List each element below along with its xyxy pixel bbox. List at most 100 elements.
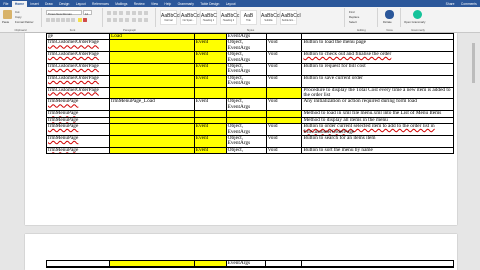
line-spacing-icon[interactable] — [132, 18, 136, 22]
table-cell[interactable] — [108, 86, 195, 100]
microphone-icon[interactable] — [385, 10, 394, 19]
table-cell[interactable]: Button to load the menu page — [301, 39, 454, 53]
find-button[interactable]: Find — [349, 10, 354, 14]
table-cell[interactable]: Event — [193, 51, 227, 65]
numbering-icon[interactable] — [113, 11, 117, 15]
table-cell[interactable]: Button to sort the menu by name — [301, 146, 454, 155]
table-cell[interactable]: Button to order current selected item to… — [301, 123, 454, 136]
increase-indent-icon[interactable] — [132, 11, 136, 15]
bullets-icon[interactable] — [107, 11, 111, 15]
justify-icon[interactable] — [125, 18, 129, 22]
table-cell[interactable]: Event — [193, 63, 227, 76]
table-cell[interactable] — [265, 266, 303, 269]
table-cell[interactable]: Object, EventArgs — [225, 74, 267, 88]
table-cell[interactable]: frmMenuPage — [46, 123, 110, 136]
font-size-select[interactable]: 12 — [83, 10, 92, 16]
replace-button[interactable]: Replace — [349, 15, 359, 19]
methods-table-continued[interactable]: EventArgs — [46, 259, 454, 269]
style-title[interactable]: AaB Title — [240, 10, 257, 25]
vertical-scrollbar[interactable] — [471, 33, 476, 270]
dictate-button[interactable]: Dictate — [383, 20, 392, 24]
style-subtitle[interactable]: AaBbCcI Subtitle — [260, 10, 281, 25]
table-cell[interactable]: Button to save current order — [301, 74, 454, 88]
subscript-icon[interactable] — [66, 18, 70, 22]
table-cell[interactable]: Void — [265, 98, 303, 112]
table-cell[interactable] — [225, 86, 267, 100]
table-cell[interactable]: Void — [265, 74, 303, 88]
table-cell[interactable] — [108, 51, 195, 65]
table-cell[interactable]: frmMenuPage — [46, 98, 110, 112]
table-cell[interactable]: Void — [265, 146, 303, 155]
table-cell[interactable]: Void — [265, 51, 303, 65]
table-cell[interactable]: frmMenuPage — [46, 134, 110, 148]
style-normal[interactable]: AaBbCcI Normal — [160, 10, 181, 25]
table-cell[interactable]: Void — [265, 134, 303, 148]
paste-icon[interactable] — [3, 10, 12, 19]
show-formatting-icon[interactable] — [144, 11, 148, 15]
table-cell[interactable] — [193, 86, 227, 100]
table-cell[interactable]: Event — [193, 123, 227, 136]
table-cell[interactable] — [108, 63, 195, 76]
grammarly-icon[interactable] — [413, 10, 422, 19]
font-name-select[interactable]: Times New Roman — [46, 10, 82, 16]
shading-icon[interactable] — [138, 18, 142, 22]
bold-icon[interactable] — [46, 18, 50, 22]
table-cell[interactable]: Procedure to display the Total Cost ever… — [301, 86, 454, 100]
table-cell[interactable] — [108, 39, 195, 53]
table-cell[interactable]: Event — [193, 39, 227, 53]
underline-icon[interactable] — [56, 18, 60, 22]
table-cell[interactable]: Void — [265, 63, 303, 76]
copy-button[interactable]: Copy — [15, 15, 22, 19]
table-cell[interactable]: Object, EventArgs — [225, 63, 267, 76]
table-cell[interactable]: frmCustomerOrderPage — [46, 63, 110, 76]
table-cell[interactable]: Void — [265, 123, 303, 136]
table-cell[interactable]: Object, EventArgs — [225, 134, 267, 148]
align-left-icon[interactable] — [107, 18, 111, 22]
select-button[interactable]: Select — [349, 20, 357, 24]
table-cell[interactable]: Object, EventArgs — [225, 51, 267, 65]
table-cell[interactable] — [108, 123, 195, 136]
style-heading-1[interactable]: AaBbC Heading 1 — [200, 10, 217, 25]
table-cell[interactable] — [265, 86, 303, 100]
table-cell[interactable] — [108, 146, 195, 155]
table-cell[interactable] — [108, 74, 195, 88]
table-cell[interactable]: frmMenuPage — [46, 146, 110, 155]
table-cell[interactable]: Object, — [225, 146, 267, 155]
superscript-icon[interactable] — [71, 18, 75, 22]
table-cell[interactable]: frmCustomerOrderPage — [46, 51, 110, 65]
table-cell[interactable]: Any initialization or action required du… — [301, 98, 454, 112]
paste-button[interactable]: Paste — [2, 20, 9, 24]
style-no-spac[interactable]: AaBbCcI No Spac... — [180, 10, 201, 25]
table-cell[interactable]: frmCustomerOrderPage — [46, 39, 110, 53]
table-cell[interactable] — [108, 266, 195, 269]
table-cell[interactable]: frmMenuPage_Load — [108, 98, 195, 112]
methods-table[interactable]: ge Load EventArgs frmCustomerOrderPage Event… — [46, 32, 454, 155]
decrease-indent-icon[interactable] — [126, 11, 130, 15]
table-cell[interactable] — [46, 266, 110, 269]
table-cell[interactable]: Button to check out and finalise the ord… — [301, 51, 454, 65]
table-cell[interactable]: Object, EventArgs — [225, 123, 267, 136]
table-cell[interactable]: Method to load in xml file menu.xml into… — [301, 110, 454, 118]
table-cell[interactable]: Event — [193, 146, 227, 155]
table-cell[interactable]: Event — [193, 98, 227, 112]
italic-icon[interactable] — [51, 18, 55, 22]
style-heading-2[interactable]: AaBbCc Heading 2 — [220, 10, 239, 25]
align-center-icon[interactable] — [113, 18, 117, 22]
table-cell[interactable] — [193, 266, 227, 269]
scrollbar-thumb[interactable] — [472, 43, 475, 83]
multilevel-list-icon[interactable] — [119, 11, 123, 15]
table-cell[interactable]: Event — [193, 74, 227, 88]
table-cell[interactable] — [301, 266, 454, 269]
table-cell[interactable]: Object, EventArgs — [225, 98, 267, 112]
table-cell[interactable]: Object, EventArgs — [225, 39, 267, 53]
table-cell[interactable]: Void — [265, 39, 303, 53]
table-cell[interactable] — [108, 134, 195, 148]
table-cell[interactable]: Button to request for bill cost — [301, 63, 454, 76]
sort-icon[interactable] — [138, 11, 142, 15]
strikethrough-icon[interactable] — [61, 18, 65, 22]
align-right-icon[interactable] — [119, 18, 123, 22]
table-cell[interactable]: frmCustomerOrderPage — [46, 86, 110, 100]
highlight-icon[interactable] — [78, 18, 82, 22]
format-painter-button[interactable]: Format Painter — [15, 20, 34, 24]
table-cell[interactable]: frmCustomerOrderPage — [46, 74, 110, 88]
